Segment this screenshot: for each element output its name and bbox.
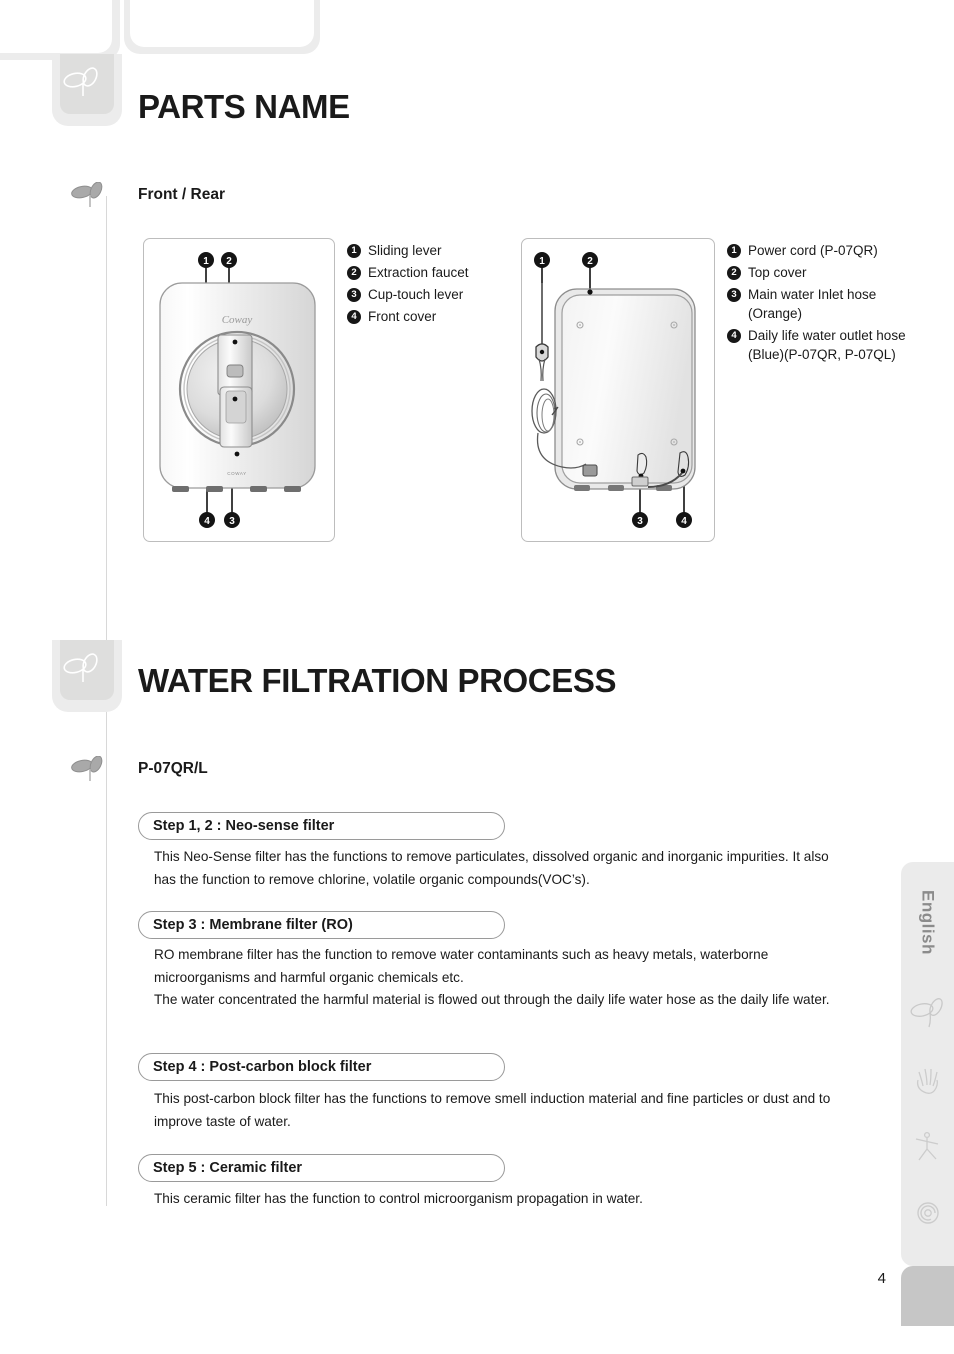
callout-label: Sliding lever bbox=[368, 243, 442, 258]
list-item: 3 Main water Inlet hose (Orange) bbox=[727, 285, 927, 323]
list-item: 4 Daily life water outlet hose (Blue)(P-… bbox=[727, 326, 927, 364]
svg-text:2: 2 bbox=[226, 256, 232, 267]
callout-badge: 1 bbox=[347, 244, 361, 258]
step-header-2: Step 3 : Membrane filter (RO) bbox=[138, 911, 505, 939]
manual-page: PARTS NAME Front / Rear Coway COWAY 1 2 … bbox=[0, 0, 954, 1354]
list-item: 1 Power cord (P-07QR) bbox=[727, 241, 927, 260]
callout-label: Main water Inlet hose (Orange) bbox=[748, 287, 877, 321]
sidebar-footer-block bbox=[901, 1266, 954, 1326]
language-tab-label: English bbox=[918, 889, 938, 955]
svg-text:Coway: Coway bbox=[222, 314, 253, 326]
page-title-water-filtration: WATER FILTRATION PROCESS bbox=[138, 662, 617, 699]
sprout-bullet-icon bbox=[70, 755, 110, 782]
page-number: 4 bbox=[877, 1270, 886, 1287]
top-tab-decoration-left-inner bbox=[0, 0, 112, 53]
svg-text:1: 1 bbox=[539, 256, 545, 267]
chapter-marker-water-filtration bbox=[52, 640, 122, 712]
svg-text:4: 4 bbox=[681, 516, 687, 527]
subheading-model: P-07QR/L bbox=[138, 760, 208, 777]
subheading-front-rear: Front / Rear bbox=[138, 186, 225, 203]
step-header-3: Step 4 : Post-carbon block filter bbox=[138, 1053, 505, 1081]
callout-label: Daily life water outlet hose (Blue)(P-07… bbox=[748, 328, 906, 362]
figure-front-view: Coway COWAY 1 2 4 3 bbox=[143, 238, 335, 542]
callout-badge: 4 bbox=[347, 310, 361, 324]
figure-icon bbox=[905, 1122, 951, 1168]
callout-label: Front cover bbox=[368, 309, 437, 324]
sprout-icon bbox=[62, 66, 102, 105]
svg-text:2: 2 bbox=[587, 256, 593, 267]
callout-badge: 4 bbox=[727, 329, 741, 343]
svg-text:4: 4 bbox=[204, 516, 210, 527]
callout-badge: 3 bbox=[727, 288, 741, 302]
sprout-bullet-icon bbox=[70, 181, 110, 208]
step-header-4: Step 5 : Ceramic filter bbox=[138, 1154, 505, 1182]
step-body-1: This Neo-Sense filter has the functions … bbox=[154, 849, 829, 887]
svg-text:1: 1 bbox=[203, 256, 209, 267]
callout-badge: 2 bbox=[727, 266, 741, 280]
callout-label: Power cord (P-07QR) bbox=[748, 243, 878, 258]
callout-badge: 2 bbox=[347, 266, 361, 280]
spiral-icon bbox=[905, 1190, 951, 1236]
sprout-icon bbox=[905, 988, 951, 1034]
front-parts-list: 1 Sliding lever 2 Extraction faucet 3 Cu… bbox=[347, 241, 507, 329]
sprout-icon bbox=[62, 652, 102, 691]
figure-rear-view: 1 2 3 4 bbox=[521, 238, 715, 542]
step-body-3: This post-carbon block filter has the fu… bbox=[154, 1091, 831, 1129]
hand-icon bbox=[905, 1058, 951, 1104]
rear-parts-list: 1 Power cord (P-07QR) 2 Top cover 3 Main… bbox=[727, 241, 927, 367]
step-body-4: This ceramic filter has the function to … bbox=[154, 1191, 643, 1206]
list-item: 1 Sliding lever bbox=[347, 241, 507, 260]
svg-text:3: 3 bbox=[637, 516, 643, 527]
list-item: 2 Extraction faucet bbox=[347, 263, 507, 282]
step-body-2: RO membrane filter has the function to r… bbox=[154, 947, 830, 1007]
list-item: 4 Front cover bbox=[347, 307, 507, 326]
callout-badge: 3 bbox=[347, 288, 361, 302]
top-tab-decoration-right-inner bbox=[130, 0, 314, 47]
page-title-parts-name: PARTS NAME bbox=[138, 88, 350, 125]
callout-label: Extraction faucet bbox=[368, 265, 469, 280]
svg-text:COWAY: COWAY bbox=[227, 471, 247, 476]
callout-badge: 1 bbox=[727, 244, 741, 258]
chapter-marker-parts-name bbox=[52, 54, 122, 126]
list-item: 3 Cup-touch lever bbox=[347, 285, 507, 304]
step-header-1: Step 1, 2 : Neo-sense filter bbox=[138, 812, 505, 840]
svg-text:3: 3 bbox=[229, 516, 235, 527]
list-item: 2 Top cover bbox=[727, 263, 927, 282]
callout-label: Top cover bbox=[748, 265, 807, 280]
callout-label: Cup-touch lever bbox=[368, 287, 464, 302]
